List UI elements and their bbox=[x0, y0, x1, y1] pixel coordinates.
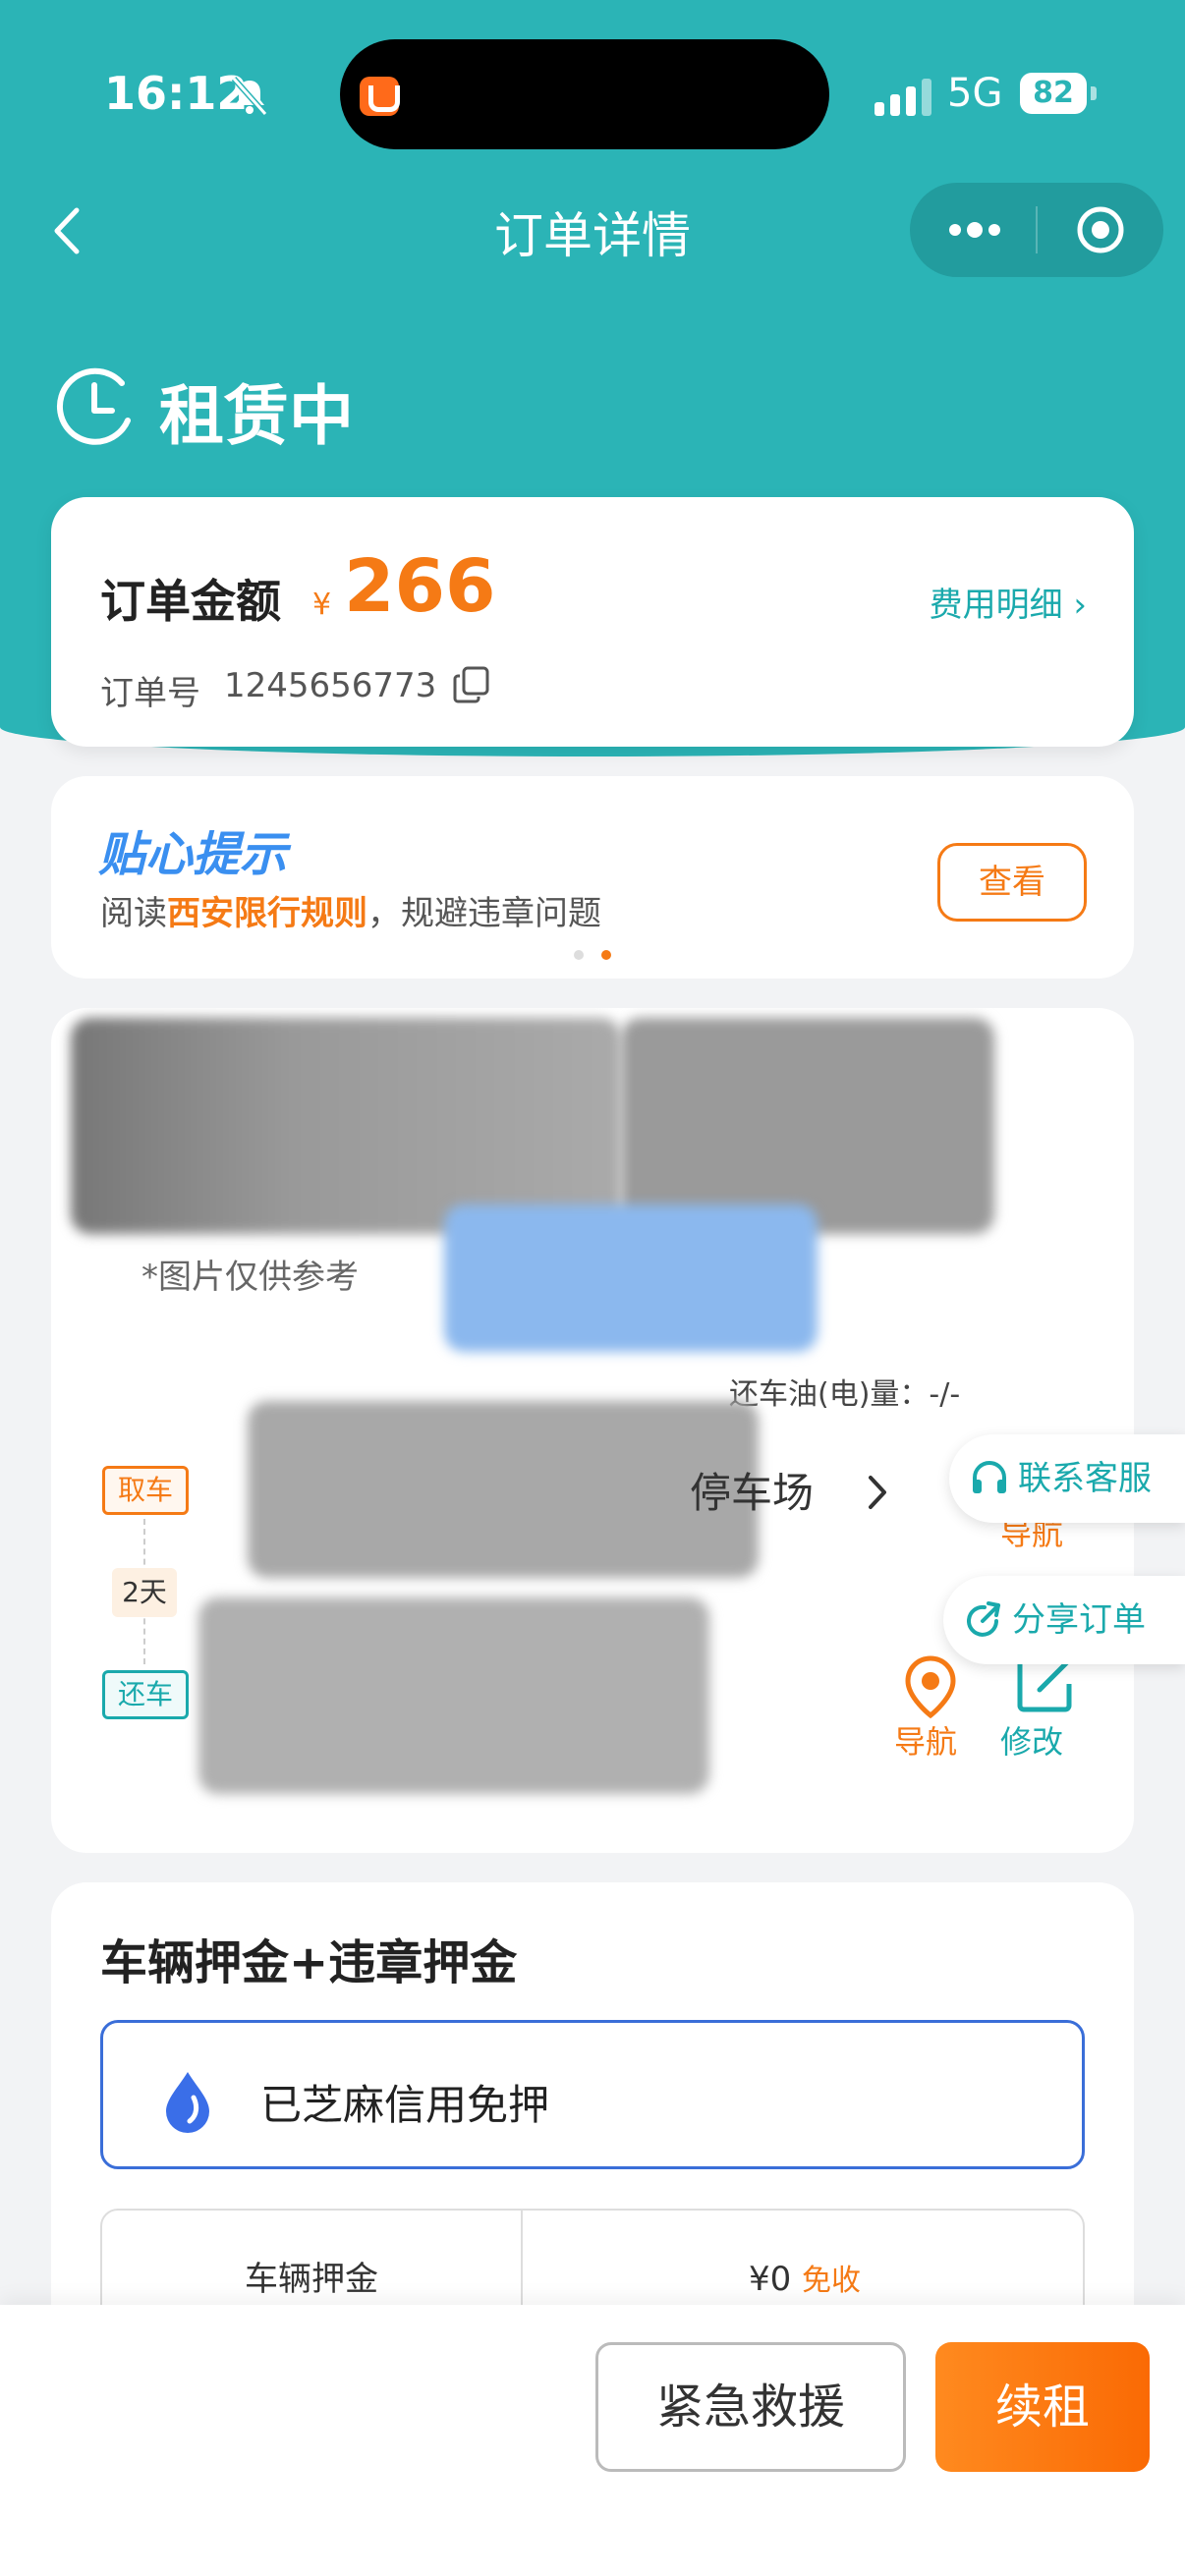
silent-bell-icon bbox=[231, 77, 268, 116]
pickup-location[interactable]: 停车场 bbox=[690, 1460, 814, 1520]
capsule-divider bbox=[1036, 206, 1038, 253]
redacted-pickup-address bbox=[248, 1401, 759, 1578]
deposit-amount: ¥0 bbox=[748, 2260, 792, 2299]
order-number-value: 1245656773 bbox=[224, 666, 437, 705]
redacted-plate bbox=[444, 1204, 818, 1352]
share-order-button[interactable]: 分享订单 bbox=[943, 1576, 1185, 1664]
rental-days-tag: 2天 bbox=[112, 1568, 177, 1617]
fee-detail-link[interactable]: 费用明细 › bbox=[930, 578, 1087, 626]
order-number-label: 订单号 bbox=[100, 674, 200, 713]
carousel-dot bbox=[574, 950, 584, 960]
close-mini-program-icon[interactable] bbox=[1075, 204, 1126, 255]
edit-return-label[interactable]: 修改 bbox=[1000, 1717, 1063, 1763]
tip-title: 贴心提示 bbox=[98, 827, 288, 882]
tip-card: 贴心提示 阅读西安限行规则，规避违章问题 查看 bbox=[51, 776, 1134, 979]
currency-sign: ¥ bbox=[312, 588, 332, 622]
credit-exemption-box: 已芝麻信用免押 bbox=[100, 2020, 1085, 2169]
clock-icon bbox=[56, 367, 131, 445]
return-tag: 还车 bbox=[102, 1670, 189, 1719]
app-activity-icon bbox=[360, 77, 400, 116]
battery-tip bbox=[1091, 86, 1097, 100]
share-icon bbox=[967, 1601, 1000, 1637]
cellular-signal-icon bbox=[875, 79, 933, 116]
tip-rule-link[interactable]: 西安限行规则 bbox=[167, 894, 367, 933]
view-tip-button[interactable]: 查看 bbox=[937, 843, 1087, 922]
customer-service-button[interactable]: 联系客服 bbox=[949, 1434, 1185, 1523]
carousel-dot-active bbox=[601, 950, 611, 960]
more-icon[interactable] bbox=[945, 208, 1004, 252]
location-pin-icon[interactable] bbox=[896, 1652, 965, 1721]
carousel-dots bbox=[574, 945, 629, 964]
customer-service-label: 联系客服 bbox=[1018, 1459, 1152, 1498]
redacted-car-image-2 bbox=[621, 1018, 994, 1234]
order-amount-label: 订单金额 bbox=[100, 575, 281, 628]
chevron-right-icon[interactable] bbox=[863, 1470, 892, 1515]
bottom-action-bar: 紧急救援 续租 bbox=[0, 2305, 1185, 2576]
order-amount-value: 266 bbox=[344, 544, 496, 629]
tip-text-prefix: 阅读 bbox=[100, 894, 167, 933]
redacted-car-image bbox=[71, 1018, 621, 1234]
emergency-rescue-button[interactable]: 紧急救援 bbox=[595, 2342, 906, 2472]
redacted-return-address bbox=[198, 1597, 709, 1794]
tip-text: 阅读西安限行规则，规避违章问题 bbox=[100, 886, 601, 934]
battery-indicator: 82 bbox=[1020, 73, 1087, 114]
copy-icon[interactable] bbox=[452, 664, 491, 705]
deposit-free-badge: 免收 bbox=[802, 2264, 862, 2298]
return-navigate-label[interactable]: 导航 bbox=[894, 1717, 957, 1763]
headset-icon bbox=[973, 1461, 1006, 1493]
share-order-label: 分享订单 bbox=[1012, 1600, 1146, 1640]
network-type: 5G bbox=[947, 71, 1003, 116]
mini-program-capsule bbox=[910, 183, 1163, 277]
renew-button[interactable]: 续租 bbox=[935, 2342, 1150, 2472]
pickup-tag: 取车 bbox=[102, 1466, 189, 1515]
dynamic-island bbox=[340, 39, 829, 149]
order-amount-card: 订单金额 ¥ 266 费用明细 › 订单号 1245656773 bbox=[51, 497, 1134, 747]
sesame-credit-icon bbox=[166, 2072, 209, 2133]
credit-exemption-text: 已芝麻信用免押 bbox=[260, 2081, 550, 2129]
return-fuel-level: 还车油(电)量：-/- bbox=[729, 1377, 961, 1412]
vehicle-card: *图片仅供参考 还车油(电)量：-/- 取车 2天 还车 停车场 导航 导航 修… bbox=[51, 1008, 1134, 1853]
order-status-title: 租赁中 bbox=[159, 378, 354, 454]
status-time: 16:12 bbox=[104, 67, 249, 120]
deposit-title: 车辆押金+违章押金 bbox=[100, 1935, 518, 1990]
image-reference-note: *图片仅供参考 bbox=[141, 1258, 359, 1297]
tip-text-suffix: ，规避违章问题 bbox=[367, 894, 601, 933]
